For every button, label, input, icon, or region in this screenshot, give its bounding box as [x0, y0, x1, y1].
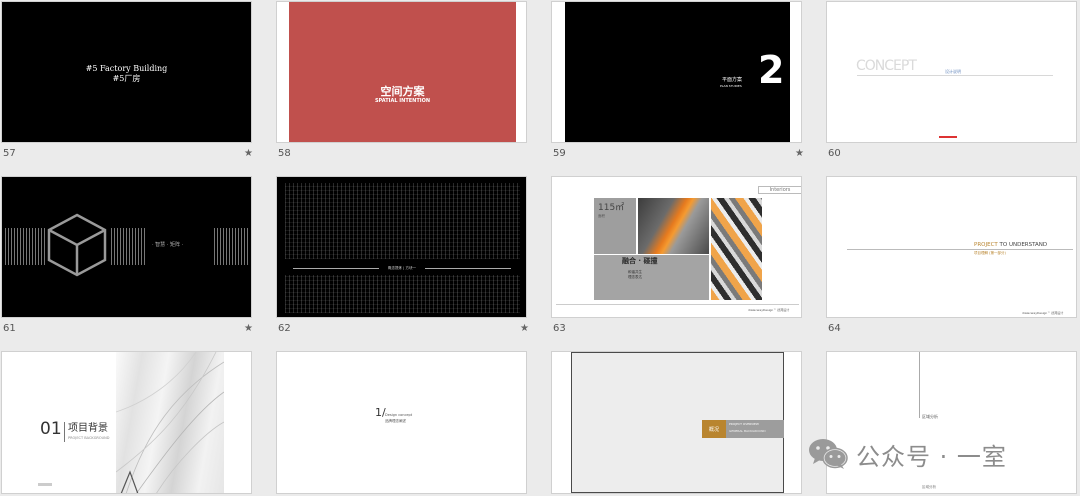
slide-thumbnail-58[interactable]: 空间方案 SPATIAL INTENTION [276, 1, 527, 143]
slide-thumbnail-62[interactable]: 概念提炼 | 方块一 [276, 176, 527, 318]
wechat-icon [809, 439, 848, 469]
watermark-text: 公众号 · 一室 [856, 442, 1007, 471]
slide-65-number-big: 01 [40, 419, 62, 439]
slide-number-59: 59 [553, 148, 566, 159]
slide-60-logo-mark [939, 136, 957, 138]
slide-61-star-icon[interactable]: ★ [244, 323, 253, 335]
slide-65-subtitle: PROJECT BACKGROUND [68, 436, 110, 440]
slide-number-64: 64 [828, 323, 841, 334]
slide-63-metric-sub: 面积 [598, 214, 605, 218]
slide-65-fabric-lines [116, 352, 224, 493]
slide-60-rule [857, 75, 1053, 76]
slide-67-en: PROJECT OVERVIEW [729, 422, 759, 426]
slide-58-subtitle: SPATIAL INTENTION [374, 98, 431, 104]
slide-63-title: 融合 · 碰撞 [622, 257, 658, 265]
slide-68-label: 区域分析 [922, 414, 938, 419]
slide-thumbnail-67[interactable]: 概况 PROJECT OVERVIEW GENERAL BACKGROUND [551, 351, 802, 494]
slide-62-rule-left [293, 268, 379, 269]
slide-number-60: 60 [828, 148, 841, 159]
slide-64-subtitle: 项目理解 (第一部分) [974, 251, 1006, 255]
slide-64-title-rest: TO UNDERSTAND [997, 242, 1048, 248]
slide-61-label: · 智慧 · 矩阵 · [152, 242, 184, 248]
watermark: 公众号 · 一室 [808, 434, 1007, 474]
slide-62-label: 概念提炼 | 方块一 [388, 266, 416, 270]
slide-63-metric: 115㎡ [598, 203, 625, 213]
slide-61-stripes-mid [111, 228, 147, 265]
slide-63-sub1: 和谐共生 [628, 270, 642, 274]
slide-number-63: 63 [553, 323, 566, 334]
slide-thumbnail-63[interactable]: Interiors 115㎡ 面积 融合 · 碰撞 和谐共生 理念表达 dial… [551, 176, 802, 318]
slide-59-label2: PLAN STUDIES [720, 84, 742, 88]
slide-58-red-block [289, 2, 516, 142]
slide-57-star-icon[interactable]: ★ [244, 148, 253, 160]
slide-63-sub2: 理念表达 [628, 275, 642, 279]
slide-59-big-digit: 2 [758, 48, 785, 92]
slide-58-title: 空间方案 [380, 85, 425, 98]
slide-thumbnail-57[interactable]: #5 Factory Building #5厂房 [1, 1, 252, 143]
slide-62-grid-top [285, 183, 520, 259]
slide-63-footer: dialecwayDesign™ 德邦设计 [748, 308, 790, 312]
slide-68-vertical-rule [919, 352, 920, 418]
slide-number-58: 58 [278, 148, 291, 159]
slide-thumbnail-61[interactable]: · 智慧 · 矩阵 · [1, 176, 252, 318]
slide-62-star-icon[interactable]: ★ [520, 323, 529, 335]
slide-57-title: #5 Factory Building #5厂房 [2, 64, 251, 84]
slide-61-cube-icon [47, 213, 107, 277]
slide-thumbnail-66[interactable]: 1/ Design concept 品牌理念阐述 [276, 351, 527, 494]
slide-63-suit-photo [638, 198, 709, 254]
slide-number-62: 62 [278, 323, 291, 334]
slide-57-line2: #5厂房 [112, 74, 141, 83]
slide-64-rule [847, 249, 1073, 250]
slide-thumbnail-64[interactable]: PROJECT TO UNDERSTAND 项目理解 (第一部分) dialec… [826, 176, 1077, 318]
slide-65-divider [64, 422, 65, 442]
slide-65-footer-marks [38, 483, 52, 486]
slide-66-en: Design concept [385, 413, 413, 417]
slide-number-57: 57 [3, 148, 16, 159]
slide-61-stripes-right [214, 228, 250, 265]
slide-64-title: PROJECT TO UNDERSTAND [974, 242, 1047, 249]
slide-59-label1: 平面方案 [722, 77, 743, 83]
slide-61-stripes-left [5, 228, 46, 265]
slide-59-star-icon[interactable]: ★ [795, 148, 804, 160]
slide-60-word: CONCEPT [856, 58, 917, 74]
slide-68-bottom-label: 区域分析 [922, 485, 936, 489]
slide-thumbnail-60[interactable]: CONCEPT 设计说明 [826, 1, 1077, 143]
slide-67-label: 概况 [708, 427, 719, 433]
slide-63-tag: Interiors [758, 186, 801, 194]
slide-57-line1: #5 Factory Building [85, 64, 168, 73]
slide-64-title-accent: PROJECT [974, 242, 998, 248]
slide-62-grid-bottom [285, 275, 520, 313]
slide-63-fabric-photo [711, 198, 762, 300]
slide-60-caption: 设计说明 [945, 69, 961, 74]
slide-thumbnail-65[interactable]: 01 项目背景 PROJECT BACKGROUND [1, 351, 252, 494]
slide-59-black-block [565, 2, 790, 142]
slide-65-title: 项目背景 [68, 423, 108, 434]
slide-67-en2: GENERAL BACKGROUND [729, 429, 766, 433]
slide-66-cn: 品牌理念阐述 [385, 419, 406, 423]
slide-63-footer-rule [556, 304, 799, 305]
slide-62-rule-right [425, 268, 511, 269]
slide-thumbnail-59[interactable]: 2 平面方案 PLAN STUDIES [551, 1, 802, 143]
slide-64-footer: dialecwayDesign™ 德邦设计 [1022, 311, 1064, 315]
slide-number-61: 61 [3, 323, 16, 334]
